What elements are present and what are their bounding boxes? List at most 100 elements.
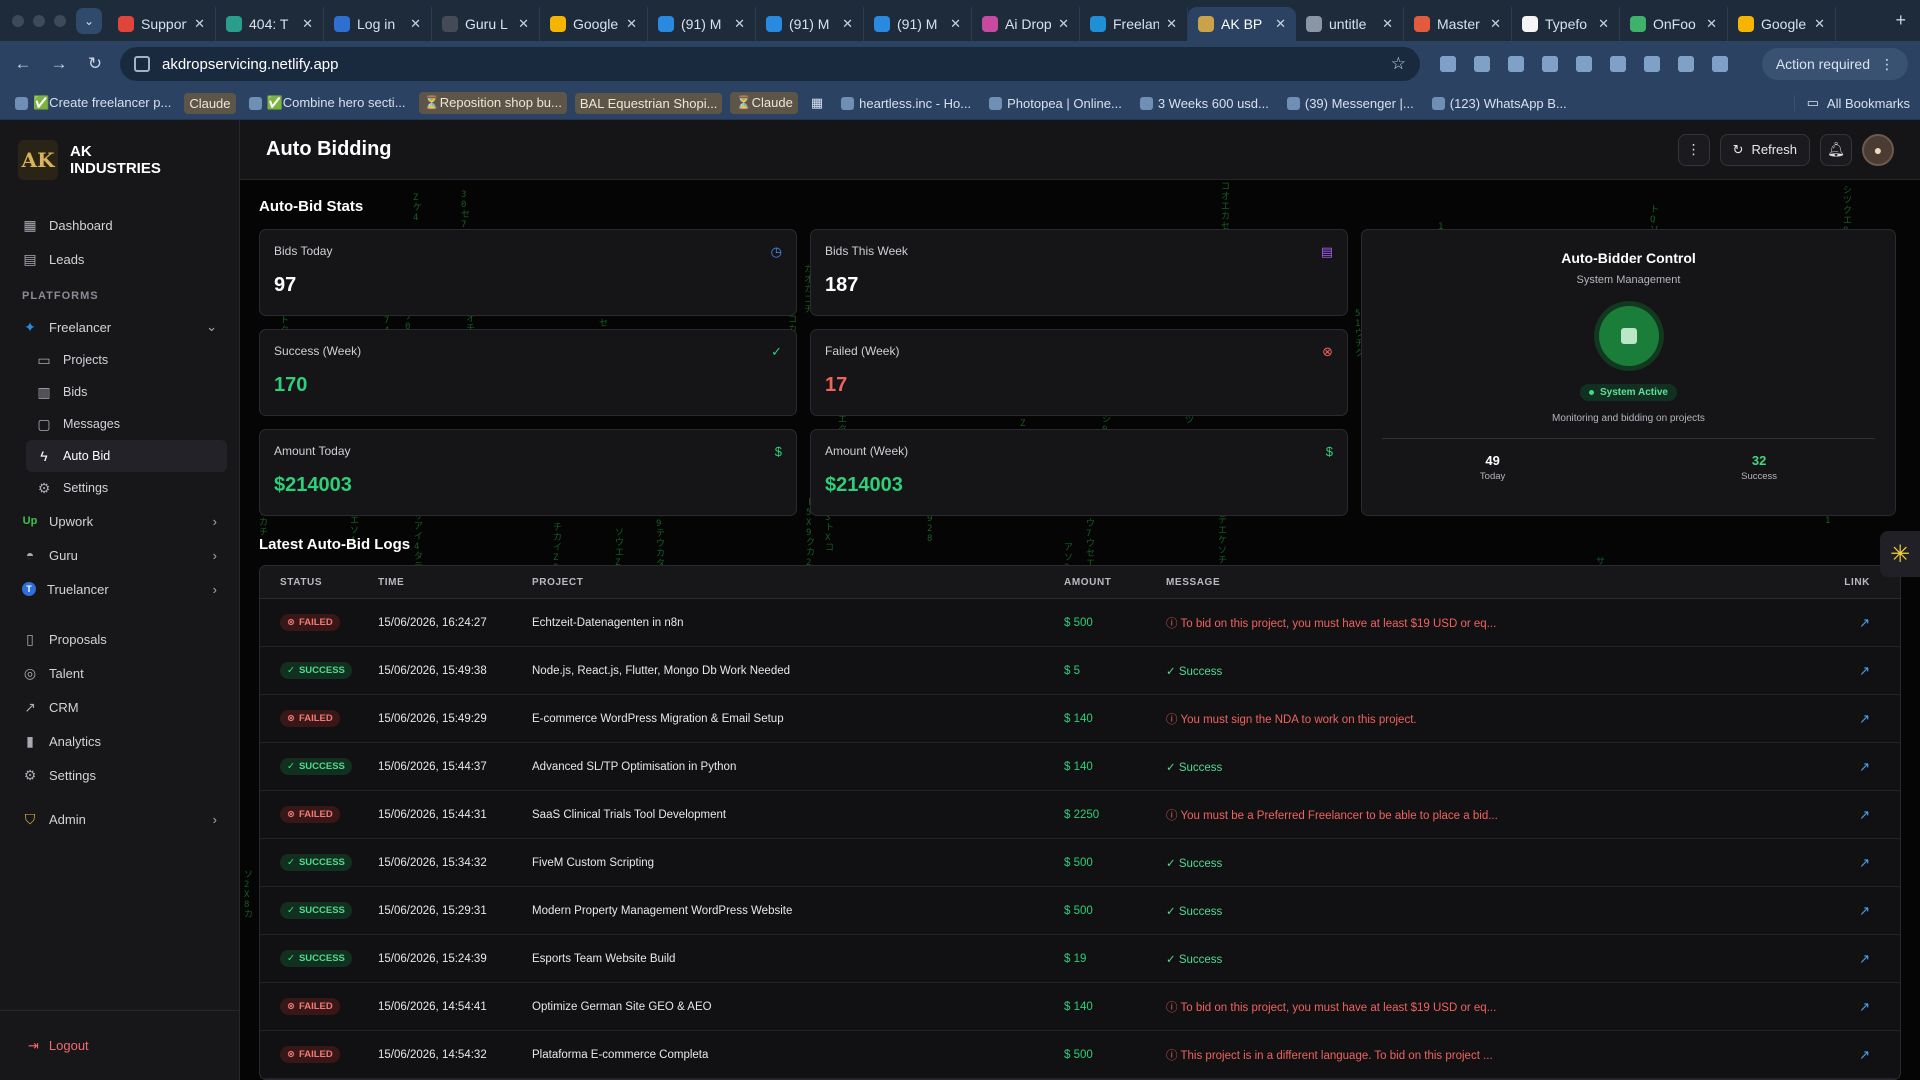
close-icon[interactable]: ✕	[1598, 16, 1609, 32]
extension-icon[interactable]	[1508, 56, 1524, 72]
sidebar-item-upwork[interactable]: Up Upwork ›	[12, 504, 227, 538]
browser-tab[interactable]: Google ✕	[1728, 7, 1836, 41]
notifications-button[interactable]: 🔔︎	[1820, 133, 1852, 166]
sidebar-item-analytics[interactable]: ▮ Analytics	[12, 724, 227, 758]
external-link-icon[interactable]: ↗	[1859, 951, 1870, 966]
extension-icon[interactable]	[1542, 56, 1558, 72]
browser-tab[interactable]: Ai Drop ✕	[972, 7, 1080, 41]
avatar[interactable]: ●	[1862, 133, 1894, 166]
external-link-icon[interactable]: ↗	[1859, 615, 1870, 630]
back-icon[interactable]: ←	[12, 54, 34, 74]
all-bookmarks[interactable]: ▭ All Bookmarks	[1793, 95, 1910, 111]
more-options-button[interactable]: ⋮	[1677, 133, 1710, 166]
close-icon[interactable]: ✕	[950, 16, 961, 32]
close-icon[interactable]: ✕	[1275, 16, 1286, 32]
browser-tab[interactable]: AK BP ✕	[1188, 7, 1296, 41]
logout-button[interactable]: ⇥ Logout	[0, 1010, 240, 1080]
external-link-icon[interactable]: ↗	[1859, 711, 1870, 726]
close-icon[interactable]: ✕	[1382, 16, 1393, 32]
bookmark-item[interactable]: 3 Weeks 600 usd...	[1135, 93, 1274, 114]
sidebar-item-admin[interactable]: ⛉ Admin ›	[12, 802, 227, 836]
bookmark-item[interactable]: (123) WhatsApp B...	[1427, 93, 1572, 114]
reload-icon[interactable]: ↻	[84, 54, 106, 74]
sidebar-item-bids[interactable]: ▥ Bids	[26, 376, 227, 408]
external-link-icon[interactable]: ↗	[1859, 807, 1870, 822]
browser-tab[interactable]: Log in ✕	[324, 7, 432, 41]
bookmark-item[interactable]: ✅Combine hero secti...	[244, 92, 411, 114]
bookmark-item[interactable]: ⏳Claude	[730, 92, 798, 114]
close-icon[interactable]: ✕	[626, 16, 637, 32]
action-required-button[interactable]: Action required ⋮	[1761, 48, 1908, 80]
window-controls[interactable]	[0, 14, 76, 27]
forward-icon[interactable]: →	[48, 54, 70, 74]
close-icon[interactable]: ✕	[302, 16, 313, 32]
site-info-icon[interactable]	[134, 56, 150, 72]
sidebar-item-proposals[interactable]: ▯ Proposals	[12, 622, 227, 656]
browser-tab[interactable]: (91) M ✕	[648, 7, 756, 41]
extension-icon[interactable]	[1678, 56, 1694, 72]
browser-tab[interactable]: OnFoo ✕	[1620, 7, 1728, 41]
external-link-icon[interactable]: ↗	[1859, 759, 1870, 774]
external-link-icon[interactable]: ↗	[1859, 903, 1870, 918]
refresh-button[interactable]: ↻ Refresh	[1719, 133, 1810, 166]
brand[interactable]: AK AK INDUSTRIES	[0, 120, 239, 200]
stop-bidder-button[interactable]	[1598, 306, 1659, 366]
browser-tab[interactable]: Typefo ✕	[1512, 7, 1620, 41]
close-icon[interactable]: ✕	[734, 16, 745, 32]
extension-icon[interactable]	[1712, 56, 1728, 72]
browser-tab[interactable]: (91) M ✕	[756, 7, 864, 41]
bookmark-item[interactable]: ✅Create freelancer p...	[10, 92, 176, 114]
browser-tab[interactable]: untitle ✕	[1296, 7, 1404, 41]
close-icon[interactable]: ✕	[1058, 16, 1069, 32]
bookmark-item[interactable]: BAL Equestrian Shopi...	[574, 92, 723, 114]
external-link-icon[interactable]: ↗	[1859, 1047, 1870, 1062]
sidebar-item-truelancer[interactable]: T Truelancer ›	[12, 572, 227, 606]
close-icon[interactable]: ✕	[410, 16, 421, 32]
close-icon[interactable]: ✕	[1490, 16, 1501, 32]
close-icon[interactable]: ✕	[1166, 16, 1177, 32]
close-icon[interactable]: ✕	[1706, 16, 1717, 32]
close-icon[interactable]: ✕	[842, 16, 853, 32]
browser-tab[interactable]: Google ✕	[540, 7, 648, 41]
browser-tab[interactable]: (91) M ✕	[864, 7, 972, 41]
external-link-icon[interactable]: ↗	[1859, 663, 1870, 678]
sidebar-item-settings[interactable]: ⚙ Settings	[12, 758, 227, 792]
external-link-icon[interactable]: ↗	[1859, 855, 1870, 870]
tab-search-icon[interactable]: ⌄	[76, 7, 102, 34]
browser-tab[interactable]: Support ✕	[108, 7, 216, 41]
extension-icon[interactable]	[1610, 56, 1626, 72]
external-link-icon[interactable]: ↗	[1859, 999, 1870, 1014]
browser-tab[interactable]: 404: T ✕	[216, 7, 324, 41]
extension-icon[interactable]	[1440, 56, 1456, 72]
sidebar-item-leads[interactable]: ▤ Leads	[12, 242, 227, 276]
close-icon[interactable]: ✕	[194, 16, 205, 32]
sidebar-item-dashboard[interactable]: ▦ Dashboard	[12, 208, 227, 242]
extension-icon[interactable]	[1576, 56, 1592, 72]
sidebar-item-freelancer-settings[interactable]: ⚙ Settings	[26, 472, 227, 504]
tab-groups-icon[interactable]: ▦	[806, 92, 828, 114]
bookmark-item[interactable]: (39) Messenger |...	[1282, 93, 1419, 114]
new-tab-icon[interactable]: +	[1881, 10, 1920, 31]
browser-tab[interactable]: Guru L ✕	[432, 7, 540, 41]
browser-tab[interactable]: Freelan ✕	[1080, 7, 1188, 41]
floating-extension-icon[interactable]: ✳	[1880, 531, 1920, 577]
sidebar-item-projects[interactable]: ▭ Projects	[26, 344, 227, 376]
sidebar-item-messages[interactable]: ▢ Messages	[26, 408, 227, 440]
bookmark-item[interactable]: heartless.inc - Ho...	[836, 93, 976, 114]
url-field[interactable]: akdropservicing.netlify.app ☆	[120, 47, 1420, 81]
extension-icon[interactable]	[1644, 56, 1660, 72]
bookmark-item[interactable]: Claude	[184, 92, 236, 114]
sidebar-item-guru[interactable]: ◓ Guru ›	[12, 538, 227, 572]
close-icon[interactable]: ✕	[1814, 16, 1825, 32]
close-icon[interactable]: ✕	[518, 16, 529, 32]
status-text: FAILED	[298, 1049, 333, 1060]
sidebar-item-freelancer[interactable]: ✦ Freelancer ⌄	[12, 310, 227, 344]
sidebar-item-crm[interactable]: ↗ CRM	[12, 690, 227, 724]
bookmark-item[interactable]: Photopea | Online...	[984, 93, 1127, 114]
sidebar-item-talent[interactable]: ◎ Talent	[12, 656, 227, 690]
bookmark-star-icon[interactable]: ☆	[1391, 54, 1406, 74]
browser-tab[interactable]: Master ✕	[1404, 7, 1512, 41]
extension-icon[interactable]	[1474, 56, 1490, 72]
sidebar-item-auto-bid[interactable]: ϟ Auto Bid	[26, 440, 227, 472]
bookmark-item[interactable]: ⏳Reposition shop bu...	[418, 92, 567, 114]
